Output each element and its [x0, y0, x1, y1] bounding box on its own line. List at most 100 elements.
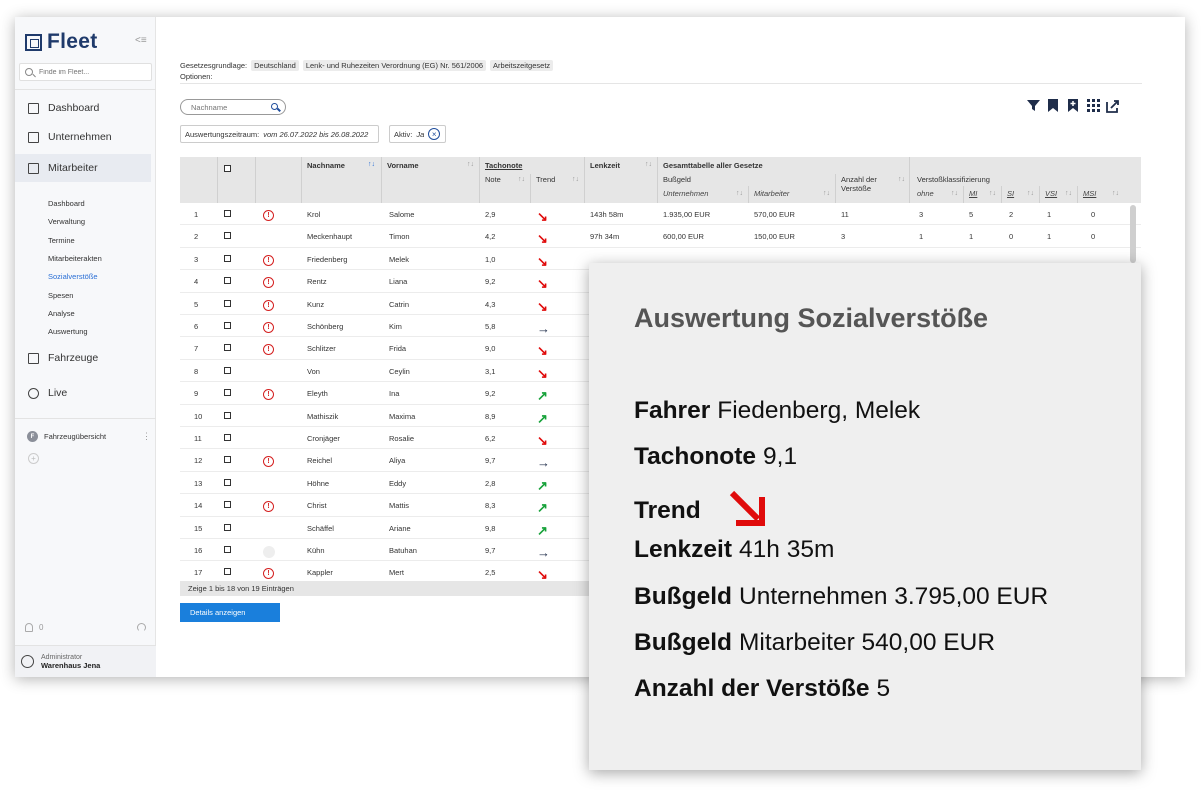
tacho-label: Tachonote [634, 443, 757, 470]
row-checkbox[interactable] [224, 277, 231, 285]
subnav-sozialverstoesse[interactable]: Sozialverstöße [48, 272, 98, 281]
subnav-auswertung[interactable]: Auswertung [48, 327, 88, 336]
lastname-search[interactable] [180, 99, 286, 115]
active-filter-chip[interactable]: Aktiv: Ja × [389, 125, 446, 143]
table-scrollbar[interactable] [1130, 205, 1136, 263]
subnav-mitarbeiterakten[interactable]: Mitarbeiterakten [48, 254, 102, 263]
subnav-spesen[interactable]: Spesen [48, 291, 73, 300]
cell-note: 2,5 [485, 568, 496, 578]
bookmark-add-icon[interactable] [1066, 99, 1080, 113]
row-checkbox[interactable] [224, 523, 231, 531]
user-role: Administrator [41, 653, 83, 661]
legal-tag[interactable]: Lenk- und Ruhezeiten Verordnung (EG) Nr.… [302, 60, 487, 71]
anzahl-value: 5 [876, 675, 891, 702]
row-checkbox[interactable] [224, 568, 231, 576]
app-logo[interactable]: Fleet [25, 30, 98, 54]
sort-icon[interactable]: ↑↓ [823, 190, 830, 197]
sort-icon[interactable]: ↑↓ [368, 161, 375, 168]
row-checkbox[interactable] [224, 434, 231, 441]
filter-icon[interactable] [1026, 99, 1040, 113]
sidebar-search[interactable] [19, 63, 152, 81]
header-msi[interactable]: MSI [1083, 189, 1096, 198]
sort-icon[interactable]: ↑↓ [989, 190, 996, 197]
row-checkbox[interactable] [224, 232, 231, 240]
header-mitarbeiter[interactable]: Mitarbeiter [754, 189, 789, 198]
support-headset-icon[interactable] [137, 623, 146, 632]
sort-icon[interactable]: ↑↓ [951, 190, 958, 197]
sort-icon[interactable]: ↑↓ [898, 176, 905, 183]
header-unternehmen[interactable]: Unternehmen [663, 189, 708, 198]
details-button[interactable]: Details anzeigen [180, 603, 280, 622]
select-all-checkbox[interactable] [224, 165, 231, 172]
period-filter-chip[interactable]: Auswertungszeitraum: vom 26.07.2022 bis … [180, 125, 379, 143]
sort-icon[interactable]: ↑↓ [572, 176, 579, 183]
legal-tag[interactable]: Arbeitszeitgesetz [490, 60, 554, 71]
header-vorname[interactable]: Vorname [387, 161, 419, 170]
column-divider [381, 157, 382, 203]
more-options-icon[interactable]: ⋮ [142, 431, 151, 442]
row-checkbox[interactable] [224, 210, 231, 217]
nav-fahrzeuge[interactable]: Fahrzeuge [15, 344, 151, 372]
trend-down-icon: ↘ [537, 343, 548, 359]
sort-icon[interactable]: ↑↓ [736, 190, 743, 197]
subnav-dashboard[interactable]: Dashboard [48, 199, 85, 208]
driver-label: Fahrer [634, 397, 711, 424]
header-vsi[interactable]: VSI [1045, 189, 1057, 198]
nav-mitarbeiter[interactable]: Mitarbeiter [15, 154, 151, 182]
columns-icon[interactable] [1086, 99, 1100, 113]
subnav-verwaltung[interactable]: Verwaltung [48, 217, 85, 226]
row-checkbox[interactable] [224, 478, 231, 486]
trend-down-icon: ↘ [537, 365, 548, 381]
row-checkbox[interactable] [224, 501, 231, 509]
fahrzeuguebersicht-item[interactable]: F Fahrzeugübersicht [27, 431, 106, 442]
sort-icon[interactable]: ↑↓ [518, 176, 525, 183]
sort-icon[interactable]: ↑↓ [645, 161, 652, 168]
header-mi[interactable]: MI [969, 189, 977, 198]
row-checkbox[interactable] [224, 411, 231, 419]
header-lenkzeit[interactable]: Lenkzeit [590, 161, 620, 170]
cell-ohne: 3 [919, 210, 924, 219]
header-anzahl-2[interactable]: Verstöße [841, 184, 871, 193]
trend-flat-icon: → [537, 321, 550, 336]
lastname-search-input[interactable] [191, 102, 261, 112]
header-tachonote[interactable]: Tachonote [485, 161, 522, 170]
user-profile[interactable]: Administrator Warenhaus Jena [15, 645, 156, 677]
header-note[interactable]: Note [485, 175, 501, 184]
cell-first: Aliya [389, 456, 406, 466]
row-checkbox[interactable] [224, 546, 231, 553]
cell-note: 1,0 [485, 254, 496, 264]
subnav-analyse[interactable]: Analyse [48, 309, 75, 318]
sort-icon[interactable]: ↑↓ [467, 161, 474, 168]
row-checkbox[interactable] [224, 299, 231, 307]
nav-unternehmen[interactable]: Unternehmen [15, 123, 151, 151]
export-icon[interactable] [1106, 99, 1120, 113]
close-icon[interactable]: × [428, 128, 441, 140]
row-checkbox[interactable] [224, 344, 231, 352]
row-checkbox[interactable] [224, 322, 231, 329]
header-anzahl[interactable]: Anzahl der [841, 175, 877, 184]
sidebar-search-input[interactable] [39, 68, 139, 76]
table-row[interactable]: 2 Meckenhaupt Timon 4,2 97h 34m 600,00 EUR 150… [180, 225, 1141, 248]
sort-icon[interactable]: ↑↓ [1065, 190, 1072, 197]
cell-n: 1 [194, 210, 199, 219]
table-row[interactable]: 1 Krol Salome 2,9 143h 58m 1.935,00 EUR 570,00… [180, 203, 1141, 226]
header-nachname[interactable]: Nachname [307, 161, 345, 170]
row-checkbox[interactable] [224, 366, 231, 374]
header-trend[interactable]: Trend [536, 175, 555, 184]
nav-live[interactable]: Live [15, 379, 151, 407]
header-ohne[interactable]: ohne [917, 189, 934, 198]
nav-dashboard[interactable]: Dashboard [15, 94, 151, 122]
row-checkbox[interactable] [224, 389, 231, 397]
add-circle-icon[interactable]: + [28, 453, 39, 464]
bookmark-icon[interactable] [1046, 99, 1060, 113]
sort-icon[interactable]: ↑↓ [1027, 190, 1034, 197]
subnav-termine[interactable]: Termine [48, 236, 75, 245]
search-icon[interactable] [271, 103, 278, 110]
header-si[interactable]: SI [1007, 189, 1014, 198]
sort-icon[interactable]: ↑↓ [1112, 190, 1119, 197]
row-checkbox[interactable] [224, 456, 231, 464]
notifications[interactable]: 0 [25, 623, 43, 632]
collapse-sidebar-icon[interactable]: <≡ [135, 35, 147, 46]
legal-tag[interactable]: Deutschland [251, 60, 299, 71]
row-checkbox[interactable] [224, 254, 231, 262]
